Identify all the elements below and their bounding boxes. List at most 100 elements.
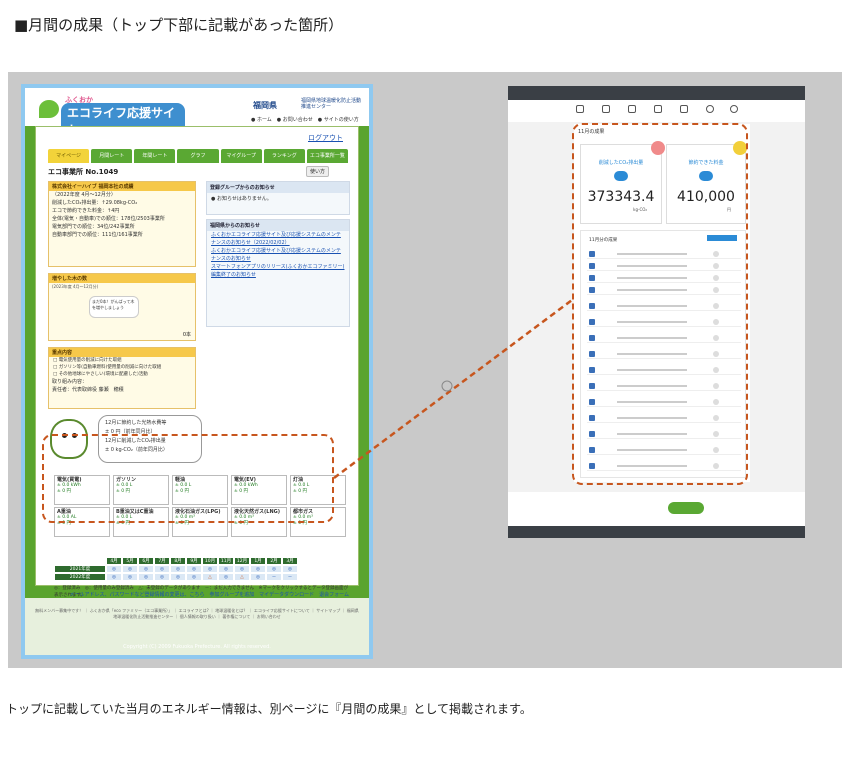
year-row: 2021年度 ◎ ◎ ◎ ◎ ◎ ◎ ◎ ◎ ◎ ◎ ◎ ◎ (54, 565, 346, 573)
status-mark[interactable]: ◎ (218, 573, 234, 581)
new-site-bottom (508, 492, 805, 526)
summary-line: 12月に節約した光熱水費等 (105, 420, 167, 426)
tab-yearly-rate[interactable]: 年間レート (134, 149, 176, 163)
status-mark[interactable]: ◎ (170, 565, 186, 573)
focus-content-box: 重点内容 電気使用量の削減に向けた取組 ガソリン等(自動車燃料)使用量の削減に向… (48, 347, 196, 409)
status-mark[interactable]: ◎ (122, 573, 138, 581)
status-mark[interactable]: ◎ (250, 565, 266, 573)
result-title: 株式会社イーハイブ 福岡本社の成績 (49, 182, 195, 191)
footer-links[interactable]: 無料メンバー募集中です！ ｜ ふくおか県「eco ファミリー（エコ事業所）」 ｜… (35, 608, 359, 620)
status-mark[interactable]: ◎ (234, 565, 250, 573)
search-icon[interactable] (730, 105, 738, 113)
result-line: 削減したCO₂排出量：↑29.08kg-CO₂ (52, 200, 138, 206)
board-icon[interactable] (654, 105, 662, 113)
status-mark[interactable]: △ (234, 573, 250, 581)
pref-news-link[interactable]: スマートフォンアプリのリリース(ふくおかエコファミリー)編集終了のお知らせ (207, 263, 349, 279)
status-mark[interactable]: ◎ (186, 565, 202, 573)
result-line: 全体(電気・自動車)での順位：178位/2503事業所 (52, 216, 165, 222)
new-results-highlight (572, 123, 748, 485)
group-news-title: 登録グループからのお知らせ (207, 182, 349, 193)
status-mark[interactable]: ◎ (154, 565, 170, 573)
trees-bubble: まだ0本！がんばって木を増やしましょう (89, 296, 139, 318)
pref-news-title: 福岡県からのお知らせ (207, 220, 349, 231)
tab-eco-office-list[interactable]: エコ事業所一覧 (306, 149, 348, 163)
tab-ranking[interactable]: ランキング (263, 149, 305, 163)
old-site-logo[interactable]: ふくおか エコライフ応援サイト (35, 94, 185, 139)
help-button[interactable]: 使い方 (306, 166, 330, 177)
tab-mypage[interactable]: マイページ (48, 149, 90, 163)
result-line: 自動車部門での順位：111位/161事業所 (52, 232, 143, 238)
status-mark[interactable]: △ (202, 573, 218, 581)
status-mark[interactable]: ◎ (202, 565, 218, 573)
status-mark[interactable]: ◎ (282, 565, 298, 573)
month-header: 12月 (234, 557, 250, 565)
month-header: 6月 (138, 557, 154, 565)
group-news-box: 登録グループからのお知らせ ● お知らせはありません。 (206, 181, 350, 215)
month-header: 5月 (122, 557, 138, 565)
focus-item: その他地球にやさしい(環境に配慮した)活動 (49, 371, 195, 378)
globe-icon[interactable] (576, 105, 584, 113)
group-news-text: ● お知らせはありません。 (211, 196, 272, 202)
pref-news-link[interactable]: ふくおかエコライフ応援サイト及び応援システムのメンテナンスのお知らせ（2022/… (207, 231, 349, 247)
status-mark[interactable]: ◎ (250, 573, 266, 581)
status-mark: － (266, 573, 282, 581)
status-mark[interactable]: ◎ (106, 573, 122, 581)
pref-center-logo[interactable]: 福岡県地球温暖化防止活動推進センター (301, 98, 361, 110)
result-line: （2022年度 4月～12月分） (52, 192, 116, 198)
month-header: 11月 (218, 557, 234, 565)
status-mark[interactable]: ◎ (138, 565, 154, 573)
status-mark[interactable]: ◎ (154, 573, 170, 581)
page-heading: ■月間の成果（トップ下部に記載があった箇所） (14, 16, 344, 34)
month-header: 3月 (282, 557, 298, 565)
result-line: 電気部門での順位：34位/242事業所 (52, 224, 135, 230)
old-energy-highlight (42, 434, 334, 523)
pref-news-box: 福岡県からのお知らせ ふくおかエコライフ応援サイト及び応援システムのメンテナンス… (206, 219, 350, 327)
month-header: 10月 (202, 557, 218, 565)
pref-news-link[interactable]: ふくおかエコライフ応援サイト及び応援システムのメンテナンスのお知らせ (207, 247, 349, 263)
month-header-blank (54, 557, 106, 565)
new-site-footer (508, 526, 805, 538)
heart-icon[interactable] (706, 105, 714, 113)
new-site-nav (508, 100, 805, 122)
pref-logo[interactable]: 福岡県 (253, 100, 277, 111)
status-mark[interactable]: ◎ (266, 565, 282, 573)
old-site-header: ふくおか エコライフ応援サイト 福岡県 福岡県地球温暖化防止活動推進センター ●… (25, 88, 369, 139)
status-mark[interactable]: ◎ (186, 573, 202, 581)
header-links[interactable]: ● ホーム ● お問い合わせ ● サイトの使い方 (251, 116, 359, 123)
status-mark[interactable]: ◎ (106, 565, 122, 573)
month-header: 2月 (266, 557, 282, 565)
month-header: 7月 (154, 557, 170, 565)
logout-link[interactable]: ログアウト (308, 133, 343, 143)
status-mark[interactable]: ◎ (122, 565, 138, 573)
copyright: Copyright (C) 2009 Fukuoka Prefecture. A… (123, 644, 271, 650)
new-site-topbar (508, 86, 805, 100)
trees-period: (2023年度 4月～12月分) (52, 284, 99, 289)
month-header: 4月 (106, 557, 122, 565)
new-site-logo[interactable] (668, 502, 704, 514)
status-mark: － (282, 573, 298, 581)
focus-content-title: 重点内容 (49, 348, 195, 357)
month-header: 9月 (186, 557, 202, 565)
tab-monthly-rate[interactable]: 月間レート (91, 149, 133, 163)
focus-item: 電気使用量の削減に向けた取組 (49, 357, 195, 364)
page-caption: トップに記載していた当月のエネルギー情報は、別ページに『月間の成果』として掲載さ… (6, 702, 532, 716)
month-header: 1月 (250, 557, 266, 565)
year-label: 2022年度 (54, 573, 106, 581)
status-mark[interactable]: ◎ (218, 565, 234, 573)
status-mark[interactable]: ◎ (170, 573, 186, 581)
old-site-screenshot: ふくおか エコライフ応援サイト 福岡県 福岡県地球温暖化防止活動推進センター ●… (21, 84, 373, 659)
status-mark[interactable]: ◎ (138, 573, 154, 581)
trees-title: 増やした木の数 (49, 274, 195, 283)
tab-my-group[interactable]: マイグループ (220, 149, 262, 163)
tab-graph[interactable]: グラフ (177, 149, 219, 163)
effort-label: 取り組み内容： (52, 379, 88, 385)
chart-icon[interactable] (680, 105, 688, 113)
month-header-row: 4月 5月 6月 7月 8月 9月 10月 11月 12月 1月 2月 3月 (54, 557, 346, 565)
pencil-icon[interactable] (602, 105, 610, 113)
calendar-icon[interactable] (628, 105, 636, 113)
old-site-tabs: マイページ 月間レート 年間レート グラフ マイグループ ランキング エコ事業所… (48, 149, 348, 163)
month-header: 8月 (170, 557, 186, 565)
leaf-icon (39, 100, 59, 118)
result-line: エコで節約できた料金：↑4円 (52, 208, 120, 214)
year-row: 2022年度 ◎ ◎ ◎ ◎ ◎ ◎ △ ◎ △ ◎ － － (54, 573, 346, 581)
